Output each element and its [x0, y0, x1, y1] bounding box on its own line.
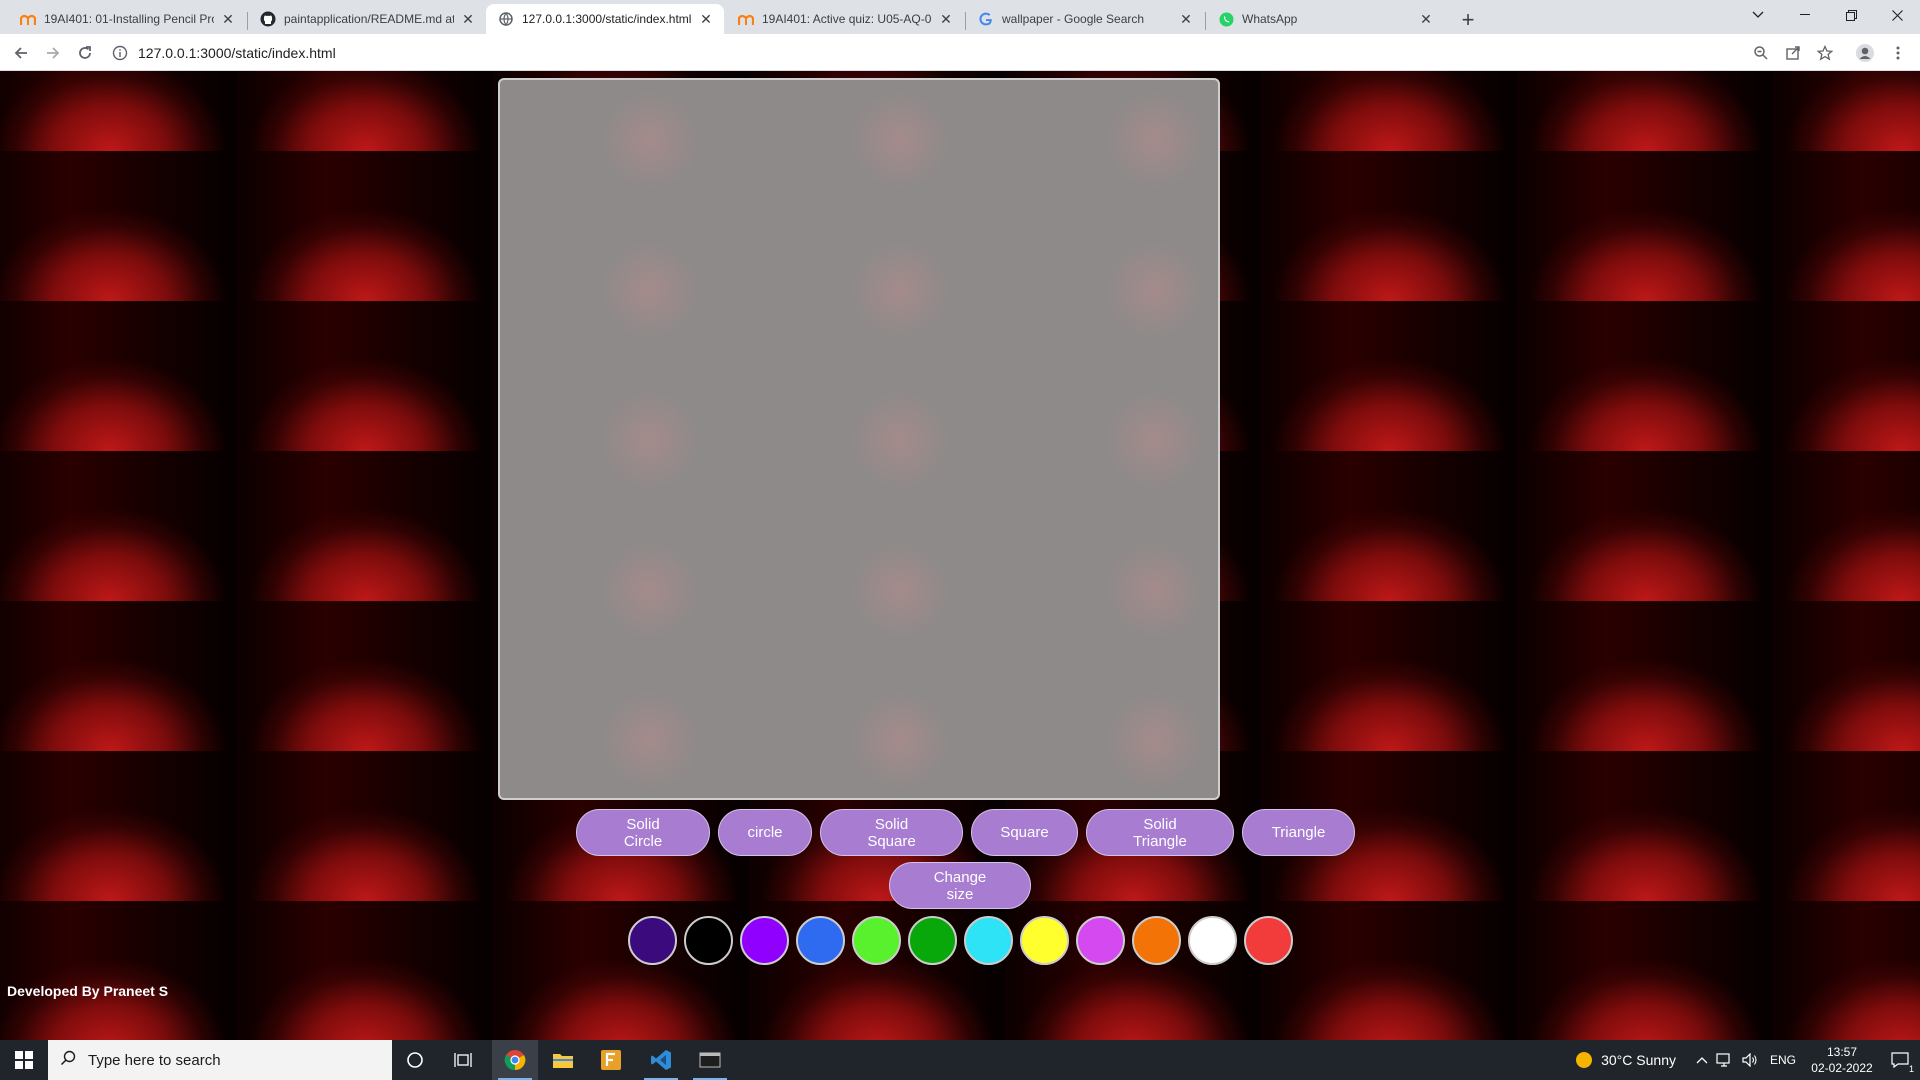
weather-sun-icon[interactable] — [1575, 1051, 1593, 1069]
notification-center-icon[interactable]: 1 — [1880, 1040, 1920, 1080]
tab-title: 19AI401: 01-Installing Pencil Proj — [44, 12, 214, 26]
menu-kebab-icon[interactable] — [1885, 40, 1911, 66]
tab-title: WhatsApp — [1242, 12, 1298, 26]
color-swatch-cyan[interactable] — [964, 916, 1013, 965]
address-bar: 127.0.0.1:3000/static/index.html — [0, 34, 1920, 71]
moodle-icon — [20, 11, 36, 27]
tab-title: wallpaper - Google Search — [1002, 12, 1145, 26]
weather-text[interactable]: 30°C Sunny — [1601, 1052, 1676, 1068]
color-swatch-yellow[interactable] — [1020, 916, 1069, 965]
close-icon[interactable]: ✕ — [220, 11, 236, 27]
url-text: 127.0.0.1:3000/static/index.html — [138, 44, 336, 61]
minimize-button[interactable] — [1782, 0, 1828, 30]
circle-button[interactable]: circle — [718, 809, 812, 856]
search-placeholder: Type here to search — [88, 1051, 221, 1069]
cortana-circle-icon[interactable] — [392, 1040, 438, 1080]
google-icon — [978, 11, 994, 27]
close-icon[interactable]: ✕ — [460, 11, 476, 27]
solid-circle-button[interactable]: Solid Circle — [576, 809, 710, 856]
back-button[interactable] — [7, 39, 35, 67]
network-icon[interactable] — [1716, 1053, 1734, 1067]
tab-search-chevron-icon[interactable] — [1735, 0, 1781, 30]
drawing-canvas[interactable] — [498, 78, 1220, 800]
color-swatch-blue[interactable] — [796, 916, 845, 965]
color-swatch-black[interactable] — [684, 916, 733, 965]
taskbar-search-box[interactable]: Type here to search — [48, 1040, 392, 1080]
color-swatch-white[interactable] — [1188, 916, 1237, 965]
close-icon[interactable]: ✕ — [1178, 11, 1194, 27]
tab-title: paintapplication/README.md at — [284, 12, 454, 26]
clock[interactable]: 13:57 02-02-2022 — [1804, 1044, 1880, 1076]
share-icon[interactable] — [1780, 40, 1806, 66]
globe-icon — [498, 11, 514, 27]
clock-date: 02-02-2022 — [1811, 1061, 1873, 1075]
forward-button[interactable] — [39, 39, 67, 67]
volume-icon[interactable] — [1742, 1053, 1758, 1067]
color-swatch-orange[interactable] — [1132, 916, 1181, 965]
profile-avatar-icon[interactable] — [1852, 40, 1878, 66]
windows-taskbar: Type here to search 30°C Sunny ENG 13:57… — [0, 1040, 1920, 1080]
tab-19ai401-installing[interactable]: 19AI401: 01-Installing Pencil Proj ✕ — [8, 4, 246, 34]
color-swatch-light-green[interactable] — [852, 916, 901, 965]
file-explorer-icon[interactable] — [540, 1040, 586, 1080]
system-tray: 30°C Sunny ENG 13:57 02-02-2022 1 — [1575, 1040, 1920, 1080]
change-size-button[interactable]: Change size — [889, 862, 1031, 909]
close-icon[interactable]: ✕ — [1418, 11, 1434, 27]
notification-count-badge: 1 — [1908, 1064, 1914, 1074]
restore-button[interactable] — [1828, 0, 1874, 30]
info-icon[interactable] — [110, 43, 130, 63]
task-view-icon[interactable] — [440, 1040, 486, 1080]
developer-credit: Developed By Praneet S — [7, 983, 169, 999]
color-swatch-magenta[interactable] — [1076, 916, 1125, 965]
reload-button[interactable] — [71, 39, 99, 67]
moodle-icon — [738, 11, 754, 27]
color-palette — [628, 916, 1293, 965]
tab-active-quiz[interactable]: 19AI401: Active quiz: U05-AQ-01 ✕ — [726, 4, 964, 34]
zoom-icon[interactable] — [1748, 40, 1774, 66]
whatsapp-icon — [1218, 11, 1234, 27]
solid-triangle-button[interactable]: Solid Triangle — [1086, 809, 1234, 856]
tab-whatsapp[interactable]: WhatsApp ✕ — [1206, 4, 1444, 34]
shape-toolbar: Solid Circle circle Solid Square Square … — [0, 809, 1920, 856]
square-button[interactable]: Square — [971, 809, 1078, 856]
close-icon[interactable]: ✕ — [698, 11, 714, 27]
vscode-icon[interactable] — [638, 1040, 684, 1080]
bookmark-star-icon[interactable] — [1812, 40, 1838, 66]
url-field[interactable]: 127.0.0.1:3000/static/index.html — [110, 38, 1770, 67]
tab-local-index[interactable]: 127.0.0.1:3000/static/index.html ✕ — [486, 4, 724, 34]
terminal-icon[interactable] — [687, 1040, 733, 1080]
windows-start-icon[interactable] — [0, 1040, 48, 1080]
tab-github-readme[interactable]: paintapplication/README.md at ✕ — [248, 4, 486, 34]
tab-title: 127.0.0.1:3000/static/index.html — [522, 12, 692, 26]
tab-strip: 19AI401: 01-Installing Pencil Proj ✕ pai… — [0, 0, 1920, 34]
clock-time: 13:57 — [1826, 1045, 1858, 1059]
new-tab-button[interactable]: + — [1455, 7, 1481, 33]
triangle-button[interactable]: Triangle — [1242, 809, 1355, 856]
tab-title: 19AI401: Active quiz: U05-AQ-01 — [762, 12, 932, 26]
chrome-taskbar-icon[interactable] — [492, 1040, 538, 1080]
color-swatch-green[interactable] — [908, 916, 957, 965]
color-swatch-indigo[interactable] — [628, 916, 677, 965]
color-swatch-violet[interactable] — [740, 916, 789, 965]
solid-square-button[interactable]: Solid Square — [820, 809, 963, 856]
close-icon[interactable]: ✕ — [938, 11, 954, 27]
app-f-icon[interactable] — [588, 1040, 634, 1080]
show-hidden-icons-chevron-icon[interactable] — [1696, 1056, 1708, 1064]
color-swatch-red[interactable] — [1244, 916, 1293, 965]
github-icon — [260, 11, 276, 27]
tab-google-search[interactable]: wallpaper - Google Search ✕ — [966, 4, 1204, 34]
search-icon — [60, 1050, 76, 1071]
paint-app-page: Solid Circle circle Solid Square Square … — [0, 71, 1920, 1040]
close-window-button[interactable] — [1874, 0, 1920, 30]
language-indicator[interactable]: ENG — [1770, 1053, 1796, 1067]
